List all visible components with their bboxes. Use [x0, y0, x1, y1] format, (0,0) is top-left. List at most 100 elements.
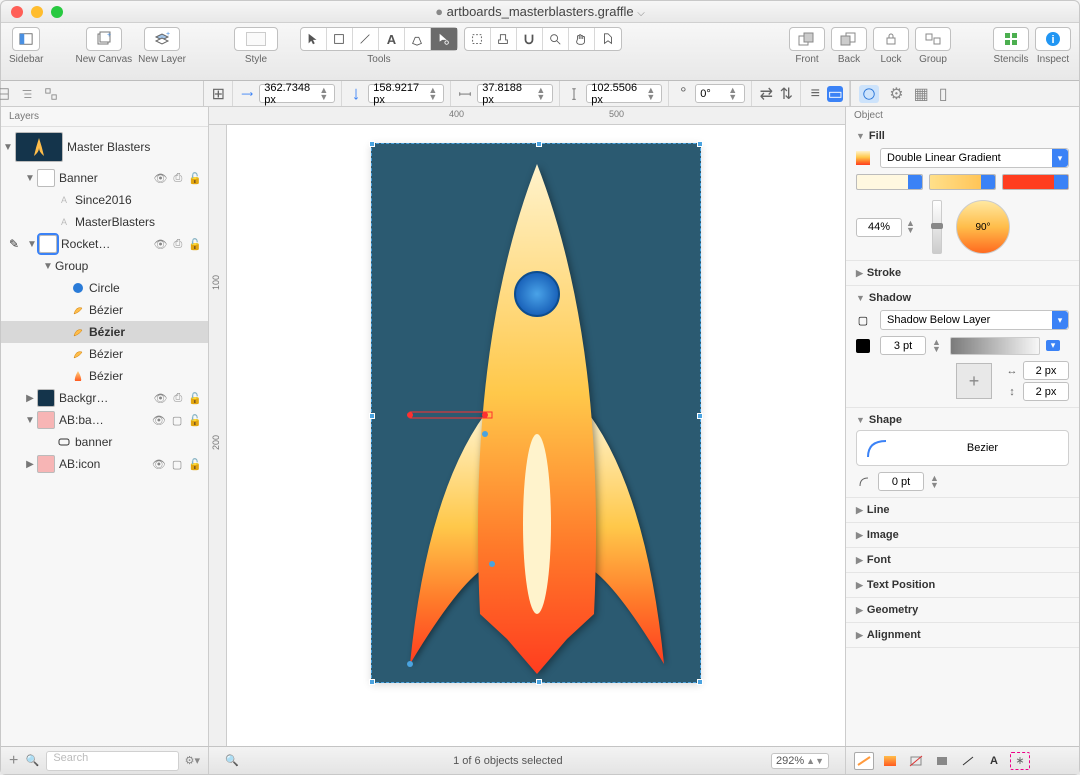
shadow-disclosure[interactable]: ▼Shadow	[856, 292, 1069, 304]
shadow-type-popup[interactable]: Shadow Below Layer▾	[880, 310, 1069, 330]
inspect-button[interactable]: i	[1035, 27, 1071, 51]
search-input[interactable]: Search	[46, 751, 178, 771]
visibility-icon[interactable]: 👁	[154, 172, 168, 185]
stamp-tool[interactable]	[491, 28, 517, 50]
title-dropdown-icon[interactable]: ⌵	[637, 8, 645, 19]
action-browse-tool[interactable]	[595, 28, 621, 50]
layer-row[interactable]: ✎▼Rocket…👁⎙🔓	[1, 233, 208, 255]
send-back-button[interactable]	[831, 27, 867, 51]
gradient-angle-control[interactable]: 90°	[956, 200, 1010, 254]
gradient-stop-1[interactable]	[856, 174, 923, 190]
style-well[interactable]	[234, 27, 278, 51]
shape-type-button[interactable]: Bezier	[856, 430, 1069, 466]
x-position-input[interactable]: 362.7348 px▲▼	[259, 84, 335, 103]
shadow-color-swatch[interactable]	[856, 339, 870, 353]
properties-inspector-tab[interactable]: ⚙	[889, 84, 903, 104]
style-noshadow-button[interactable]	[906, 752, 926, 770]
width-input[interactable]: 37.8188 px▲▼	[477, 84, 553, 103]
style-line-button[interactable]	[958, 752, 978, 770]
fill-disclosure[interactable]: ▼Fill	[856, 130, 1069, 142]
list-item[interactable]: Bézier	[1, 299, 208, 321]
corner-radius-input[interactable]: 0 pt	[878, 472, 924, 491]
zoom-window-button[interactable]	[51, 6, 63, 18]
layer-row[interactable]: ▶AB:icon👁▢🔓	[1, 453, 208, 475]
list-item[interactable]: Bézier	[1, 321, 208, 343]
style-stroke-button[interactable]	[854, 752, 874, 770]
fit-button[interactable]: ▭	[827, 86, 843, 102]
pen-tool[interactable]	[405, 28, 431, 50]
blend-input[interactable]: 44%	[856, 218, 902, 237]
image-disclosure[interactable]: ▶Image	[856, 529, 1069, 541]
shadow-offset-pad[interactable]: +	[956, 363, 992, 399]
list-item[interactable]: Bézier	[1, 365, 208, 387]
new-layer-button[interactable]: +	[144, 27, 180, 51]
flip-v-button[interactable]: ⇅	[778, 86, 794, 102]
print-icon[interactable]: ⎙	[173, 172, 182, 185]
artboard[interactable]	[371, 143, 701, 683]
object-inspector-tab[interactable]	[859, 85, 879, 103]
style-all-button[interactable]: ∗	[1010, 752, 1030, 770]
canvas-inspector-tab[interactable]: ▦	[914, 84, 929, 104]
bring-front-button[interactable]	[789, 27, 825, 51]
shadow-preview[interactable]	[950, 337, 1040, 355]
geometry-disclosure[interactable]: ▶Geometry	[856, 604, 1069, 616]
textpos-disclosure[interactable]: ▶Text Position	[856, 579, 1069, 591]
ruler-origin-icon[interactable]: ⊞	[210, 86, 226, 102]
line-tool[interactable]	[353, 28, 379, 50]
list-item[interactable]: Bézier	[1, 343, 208, 365]
line-disclosure[interactable]: ▶Line	[856, 504, 1069, 516]
selection-tool[interactable]	[301, 28, 327, 50]
gradient-stop-2[interactable]	[929, 174, 996, 190]
close-window-button[interactable]	[11, 6, 23, 18]
guides-tab[interactable]	[0, 85, 10, 103]
new-canvas-button[interactable]: +	[86, 27, 122, 51]
align-button[interactable]: ≡	[807, 86, 823, 102]
outline-tab[interactable]	[20, 85, 34, 103]
blend-slider[interactable]	[932, 200, 942, 254]
lock-icon[interactable]: 🔓	[188, 172, 202, 185]
document-inspector-tab[interactable]: ▯	[939, 84, 948, 104]
status-search-icon[interactable]: 🔍	[225, 754, 239, 767]
canvas-viewport[interactable]	[227, 125, 845, 746]
artboard-tool[interactable]	[465, 28, 491, 50]
flip-h-button[interactable]: ⇄	[758, 86, 774, 102]
shape-disclosure[interactable]: ▼Shape	[856, 414, 1069, 426]
horizontal-ruler[interactable]: 400500	[209, 107, 845, 125]
style-shape-button[interactable]	[932, 752, 952, 770]
shadow-dy-input[interactable]: 2 px	[1023, 382, 1069, 401]
alignment-disclosure[interactable]: ▶Alignment	[856, 629, 1069, 641]
shadow-blur-input[interactable]: 3 pt	[880, 336, 926, 355]
minimize-window-button[interactable]	[31, 6, 43, 18]
rotation-input[interactable]: 0°▲▼	[695, 84, 745, 103]
height-input[interactable]: 102.5506 px▲▼	[586, 84, 662, 103]
group-row[interactable]: ▼Group	[1, 255, 208, 277]
shadow-dx-input[interactable]: 2 px	[1023, 361, 1069, 380]
sidebar-toggle-button[interactable]	[13, 28, 39, 50]
layer-row[interactable]: ▼Banner👁⎙🔓	[1, 167, 208, 189]
stencils-button[interactable]	[993, 27, 1029, 51]
style-text-button[interactable]: A	[984, 752, 1004, 770]
add-button[interactable]: +	[9, 752, 18, 770]
group-button[interactable]	[915, 27, 951, 51]
fill-type-popup[interactable]: Double Linear Gradient▾	[880, 148, 1069, 168]
fill-swatch-icon[interactable]	[856, 151, 870, 165]
actions-menu-button[interactable]: ⚙▾	[185, 754, 200, 767]
layer-row[interactable]: ▼AB:ba…👁▢🔓	[1, 409, 208, 431]
shape-tool[interactable]	[327, 28, 353, 50]
vertical-ruler[interactable]: 100200	[209, 125, 227, 746]
zoom-control[interactable]: 292%▲▼	[771, 753, 829, 769]
point-edit-tool[interactable]	[431, 28, 457, 50]
selection-tab[interactable]	[44, 85, 58, 103]
gradient-stop-3[interactable]	[1002, 174, 1069, 190]
canvas-row[interactable]: ▼ Master Blasters	[1, 127, 208, 167]
magnet-tool[interactable]	[517, 28, 543, 50]
zoom-tool[interactable]	[543, 28, 569, 50]
stroke-disclosure[interactable]: ▶Stroke	[856, 267, 1069, 279]
y-position-input[interactable]: 158.9217 px▲▼	[368, 84, 444, 103]
hand-tool[interactable]	[569, 28, 595, 50]
layer-row[interactable]: ▶Backgr…👁⎙🔓	[1, 387, 208, 409]
list-item[interactable]: Circle	[1, 277, 208, 299]
style-fill-button[interactable]	[880, 752, 900, 770]
list-item[interactable]: AMasterBlasters	[1, 211, 208, 233]
list-item[interactable]: banner	[1, 431, 208, 453]
